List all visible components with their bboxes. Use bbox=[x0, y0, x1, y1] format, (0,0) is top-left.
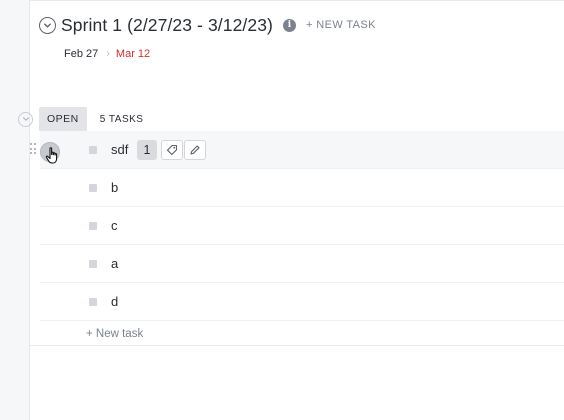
info-icon[interactable]: i bbox=[282, 18, 296, 32]
task-name[interactable]: b bbox=[111, 180, 118, 195]
sprint-collapse-button[interactable] bbox=[39, 16, 56, 34]
sprint-title: Sprint 1 (2/27/23 - 3/12/23) bbox=[61, 14, 273, 35]
task-status-icon[interactable] bbox=[89, 183, 97, 192]
task-count: 5 TASKS bbox=[99, 113, 144, 125]
task-row[interactable]: b bbox=[40, 169, 564, 207]
chevron-down-icon bbox=[22, 117, 29, 121]
task-row[interactable]: sdf 1 bbox=[30, 131, 564, 169]
task-status-icon[interactable] bbox=[89, 221, 97, 230]
card-divider bbox=[30, 0, 564, 1]
hand-cursor-icon bbox=[45, 147, 58, 164]
add-tag-button[interactable] bbox=[161, 140, 183, 160]
rename-task-button[interactable] bbox=[184, 140, 206, 160]
chevron-down-icon bbox=[44, 22, 51, 28]
tag-icon bbox=[166, 144, 178, 156]
add-new-task-link[interactable]: + New task bbox=[86, 328, 143, 340]
pencil-icon bbox=[190, 145, 200, 155]
task-status-icon[interactable] bbox=[89, 259, 97, 268]
task-row[interactable]: c bbox=[40, 207, 564, 245]
task-row[interactable]: d bbox=[40, 283, 564, 321]
new-task-button[interactable]: + NEW TASK bbox=[306, 19, 376, 31]
subtask-count-badge[interactable]: 1 bbox=[137, 140, 157, 160]
sprint-date-range[interactable]: Feb 27 › Mar 12 bbox=[64, 48, 150, 60]
end-date: Mar 12 bbox=[115, 48, 151, 60]
task-name[interactable]: d bbox=[111, 294, 118, 309]
sprint-header: Sprint 1 (2/27/23 - 3/12/23) i + NEW TAS… bbox=[39, 12, 376, 38]
task-status-icon[interactable] bbox=[89, 297, 97, 306]
date-separator-icon: › bbox=[106, 48, 110, 60]
task-name[interactable]: a bbox=[111, 256, 118, 271]
drag-handle-icon[interactable] bbox=[30, 143, 36, 155]
status-badge[interactable]: OPEN bbox=[39, 107, 87, 131]
task-name[interactable]: sdf bbox=[111, 142, 128, 157]
start-date: Feb 27 bbox=[64, 48, 99, 60]
status-group-header: OPEN 5 TASKS bbox=[18, 107, 143, 131]
task-name[interactable]: c bbox=[111, 218, 118, 233]
group-collapse-button[interactable] bbox=[18, 111, 33, 127]
task-list: sdf 1 b c a d bbox=[30, 131, 564, 321]
task-row[interactable]: a bbox=[40, 245, 564, 283]
task-status-icon[interactable] bbox=[89, 145, 97, 154]
left-panel-edge bbox=[0, 0, 30, 420]
